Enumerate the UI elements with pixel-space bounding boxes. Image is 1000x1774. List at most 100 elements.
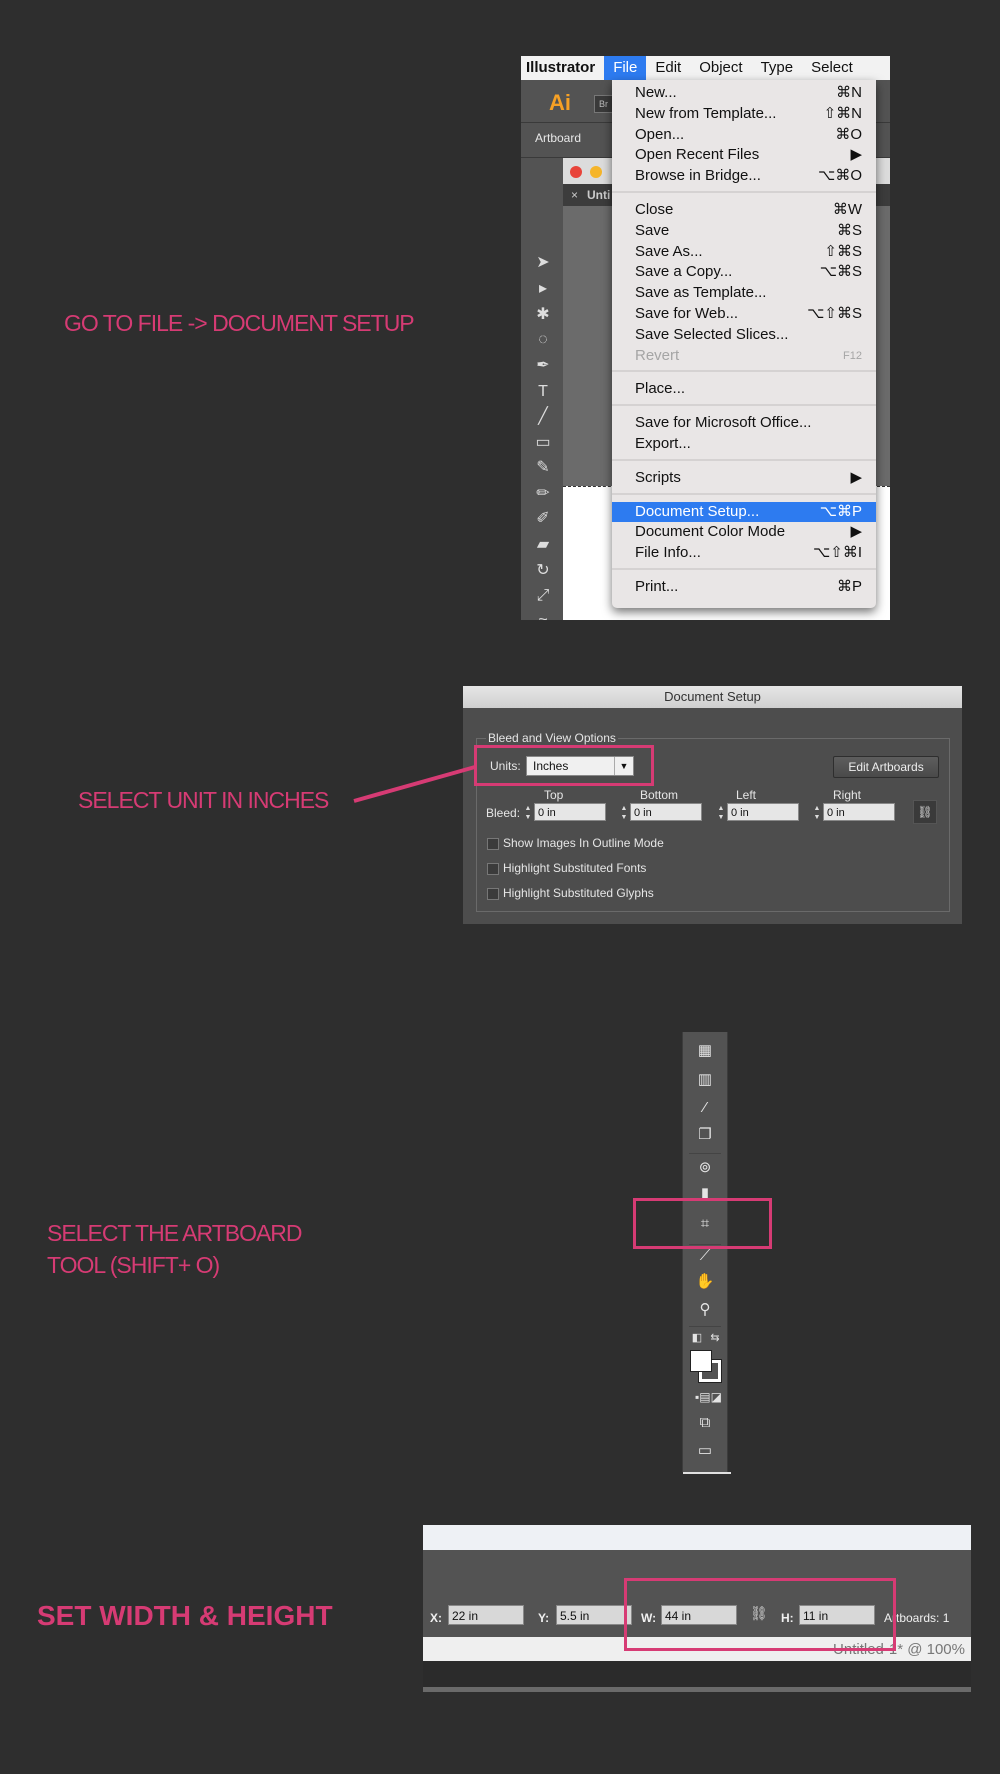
bleed-right-label: Right <box>833 788 862 802</box>
rectangle-tool-icon[interactable]: ▭ <box>533 433 553 453</box>
x-input[interactable]: 22 in <box>448 1605 524 1625</box>
bleed-top-stepper[interactable]: ▲ ▼ <box>523 804 533 822</box>
menu-separator <box>612 191 876 193</box>
paintbrush-tool-icon[interactable]: ✎ <box>533 458 553 478</box>
show-images-outline-checkbox[interactable] <box>487 838 499 850</box>
shaper-tool-icon[interactable]: ✐ <box>533 509 553 529</box>
pencil-tool-icon[interactable]: ✏ <box>533 484 553 504</box>
step3-instruction-line2: TOOL (SHIFT+ O) <box>47 1252 220 1278</box>
blend-tool-icon[interactable]: ❐ <box>695 1125 715 1145</box>
menu-item-label: Browse in Bridge... <box>635 167 761 185</box>
color-mode-icons[interactable]: ▪▤◪ <box>695 1387 722 1407</box>
menu-item-label: Place... <box>635 380 686 398</box>
menu-item-file-info[interactable]: File Info... ⌥⇧⌘I <box>612 543 876 563</box>
menu-item-close[interactable]: Close ⌘W <box>612 200 876 220</box>
bleed-bottom-input[interactable]: 0 in <box>630 803 702 821</box>
close-window-icon[interactable] <box>570 166 582 178</box>
highlight-fonts-label: Highlight Substituted Fonts <box>503 861 647 875</box>
menu-item-label: Open Recent Files <box>635 146 760 164</box>
menu-object[interactable]: Object <box>690 56 751 80</box>
menu-separator <box>612 568 876 570</box>
menu-item-shortcut: ⌥⇧⌘S <box>807 305 862 322</box>
bridge-button[interactable]: Br <box>594 95 613 113</box>
gradient-mesh-tool-icon[interactable]: ▦ <box>695 1041 715 1061</box>
bleed-right-input[interactable]: 0 in <box>823 803 895 821</box>
units-highlight-box <box>474 745 654 786</box>
menu-item-save-for-web[interactable]: Save for Web... ⌥⇧⌘S <box>612 304 876 324</box>
menu-item-browse-in-bridge[interactable]: Browse in Bridge... ⌥⌘O <box>612 166 876 186</box>
menu-item-save-for-microsoft-office[interactable]: Save for Microsoft Office... <box>612 413 876 433</box>
bleed-left-stepper[interactable]: ▲ ▼ <box>716 804 726 822</box>
magic-wand-icon[interactable]: ✱ <box>533 305 553 325</box>
slice-tool-icon[interactable]: ⟋ <box>695 1246 715 1266</box>
artboard-tool-highlight-box <box>633 1198 772 1249</box>
menu-item-shortcut: ⌘P <box>836 578 862 595</box>
menu-item-place[interactable]: Place... <box>612 379 876 399</box>
highlight-glyphs-checkbox[interactable] <box>487 888 499 900</box>
bleed-bottom-stepper[interactable]: ▲ ▼ <box>619 804 629 822</box>
menu-item-document-color-mode[interactable]: Document Color Mode ▶ <box>612 522 876 542</box>
menu-item-export[interactable]: Export... <box>612 434 876 454</box>
lasso-tool-icon[interactable]: ◌ <box>533 330 553 350</box>
menu-item-shortcut: ⌘W <box>832 201 862 218</box>
screen-mode-icon[interactable]: ▭ <box>695 1441 715 1461</box>
line-tool-icon[interactable]: ╱ <box>533 407 553 427</box>
menu-item-new[interactable]: New... ⌘N <box>612 83 876 103</box>
menu-item-shortcut: ▶ <box>850 523 862 541</box>
menu-select[interactable]: Select <box>802 56 862 80</box>
menu-item-open-recent-files[interactable]: Open Recent Files ▶ <box>612 145 876 165</box>
selection-tool-icon[interactable]: ➤ <box>533 253 553 273</box>
menu-item-label: New... <box>635 84 677 101</box>
menu-item-save-a-copy[interactable]: Save a Copy... ⌥⌘S <box>612 262 876 282</box>
eyedropper-tool-icon[interactable]: ⁄ <box>695 1098 715 1118</box>
menu-item-revert[interactable]: Revert F12 <box>612 346 876 366</box>
menu-item-save[interactable]: Save ⌘S <box>612 221 876 241</box>
menu-file[interactable]: File <box>604 56 647 80</box>
menu-item-label: Revert <box>635 346 680 364</box>
menu-item-save-as-template[interactable]: Save as Template... <box>612 283 876 303</box>
swap-colors-icon[interactable]: ⇆ <box>705 1328 725 1348</box>
menu-item-save-as[interactable]: Save As... ⇧⌘S <box>612 242 876 262</box>
edit-artboards-button[interactable]: Edit Artboards <box>833 756 939 778</box>
bleed-right-stepper[interactable]: ▲ ▼ <box>812 804 822 822</box>
bleed-top-label: Top <box>544 788 564 802</box>
menu-item-label: Save for Web... <box>635 305 739 322</box>
width-tool-icon[interactable]: ≈ <box>533 612 553 620</box>
menu-illustrator[interactable]: Illustrator <box>521 56 604 80</box>
minimize-window-icon[interactable] <box>590 166 602 178</box>
menu-item-new-from-template[interactable]: New from Template... ⇧⌘N <box>612 104 876 124</box>
menu-type[interactable]: Type <box>752 56 803 80</box>
eraser-tool-icon[interactable]: ▰ <box>533 535 553 555</box>
menu-item-save-selected-slices[interactable]: Save Selected Slices... <box>612 325 876 345</box>
tab-close-icon[interactable]: × <box>571 188 578 202</box>
type-tool-icon[interactable]: T <box>533 382 553 402</box>
drawing-modes-icon[interactable]: ⧉ <box>695 1413 715 1433</box>
menu-item-print[interactable]: Print... ⌘P <box>612 577 876 597</box>
y-input[interactable]: 5.5 in <box>556 1605 632 1625</box>
menu-item-shortcut: ⇧⌘S <box>824 242 862 260</box>
symbol-sprayer-tool-icon[interactable]: ⊚ <box>695 1158 715 1178</box>
zoom-tool-icon[interactable]: ⚲ <box>695 1300 715 1320</box>
illustrator-window: Illustrator File Edit Object Type Select… <box>521 56 890 620</box>
menu-item-label: Print... <box>635 578 679 595</box>
link-bleed-icon[interactable]: ⛓ <box>913 800 937 824</box>
bleed-top-input[interactable]: 0 in <box>534 803 606 821</box>
direct-selection-tool-icon[interactable]: ▸ <box>533 279 553 299</box>
menu-item-open[interactable]: Open... ⌘O <box>612 125 876 145</box>
menu-item-scripts[interactable]: Scripts ▶ <box>612 468 876 488</box>
rotate-tool-icon[interactable]: ↻ <box>533 561 553 581</box>
dimensions-highlight-box <box>624 1578 896 1651</box>
bleed-left-input[interactable]: 0 in <box>727 803 799 821</box>
pen-tool-icon[interactable]: ✒ <box>533 356 553 376</box>
bleed-label: Bleed: <box>486 806 521 820</box>
menu-edit[interactable]: Edit <box>646 56 690 80</box>
default-colors-icon[interactable]: ◧ <box>687 1328 707 1348</box>
menu-item-shortcut: ⌘N <box>836 84 862 101</box>
scale-tool-icon[interactable]: ⤢ <box>533 586 553 606</box>
tools-panel: ➤ ▸ ✱ ◌ ✒ T ╱ ▭ ✎ ✏ ✐ ▰ ↻ ⤢ ≈ <box>521 158 564 620</box>
fill-color-swatch[interactable] <box>690 1350 712 1372</box>
gradient-tool-icon[interactable]: ▥ <box>695 1070 715 1090</box>
highlight-fonts-checkbox[interactable] <box>487 863 499 875</box>
hand-tool-icon[interactable]: ✋ <box>695 1272 715 1292</box>
menu-item-document-setup[interactable]: Document Setup... ⌥⌘P <box>612 501 876 522</box>
